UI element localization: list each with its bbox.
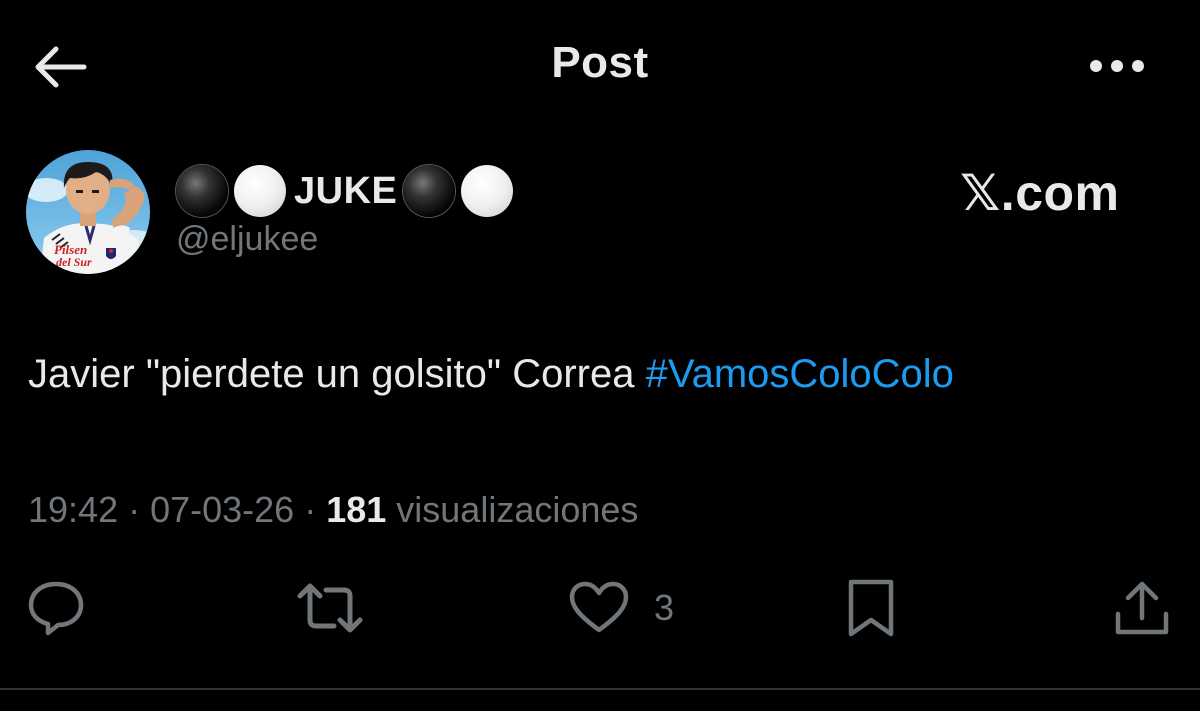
- bookmark-icon: [848, 579, 894, 637]
- repost-icon: [297, 583, 363, 633]
- site-domain: .com: [1000, 165, 1120, 221]
- black-ball-emoji: [403, 165, 456, 217]
- white-ball-emoji: [461, 165, 514, 217]
- post-date[interactable]: 07-03-26: [150, 489, 294, 530]
- meta-separator: ·: [294, 489, 327, 530]
- x-logo-glyph: 𝕏: [960, 164, 1001, 222]
- top-bar: Post: [0, 0, 1200, 130]
- meta-separator: ·: [118, 489, 151, 530]
- display-name[interactable]: JUKE: [176, 164, 519, 218]
- share-button[interactable]: [1112, 576, 1172, 640]
- avatar-image: Pilsen del Sur: [26, 150, 150, 274]
- post-body: Javier "pierdete un golsito" Correa: [28, 352, 646, 396]
- like-count: 3: [654, 587, 675, 628]
- site-watermark: 𝕏.com: [960, 164, 1120, 222]
- repost-button[interactable]: [296, 576, 364, 640]
- page-title: Post: [551, 38, 649, 87]
- display-name-text: JUKE: [294, 169, 398, 212]
- heart-icon: [569, 581, 629, 633]
- post-text: Javier "pierdete un golsito" Correa #Vam…: [28, 352, 954, 397]
- bookmark-button[interactable]: [843, 576, 899, 640]
- white-ball-emoji: [234, 165, 286, 217]
- share-icon: [1115, 581, 1169, 635]
- views-label: visualizaciones: [386, 489, 639, 530]
- action-bar: 3: [0, 570, 1200, 650]
- reply-button[interactable]: [26, 576, 86, 640]
- hashtag-link[interactable]: #VamosColoColo: [646, 352, 954, 396]
- reply-icon: [28, 581, 84, 636]
- post-time[interactable]: 19:42: [28, 489, 118, 530]
- more-options-button[interactable]: [1082, 42, 1152, 90]
- more-horizontal-icon: [1090, 60, 1144, 72]
- avatar[interactable]: Pilsen del Sur: [26, 150, 150, 274]
- post-meta: 19:42 · 07-03-26 · 181 visualizaciones: [28, 489, 638, 531]
- jersey-sponsor-line2: del Sur: [56, 255, 92, 269]
- divider: [0, 688, 1200, 690]
- user-handle[interactable]: @eljukee: [176, 220, 318, 259]
- like-button[interactable]: 3: [568, 576, 674, 640]
- views-count: 181: [326, 489, 387, 530]
- black-ball-emoji: [176, 165, 228, 217]
